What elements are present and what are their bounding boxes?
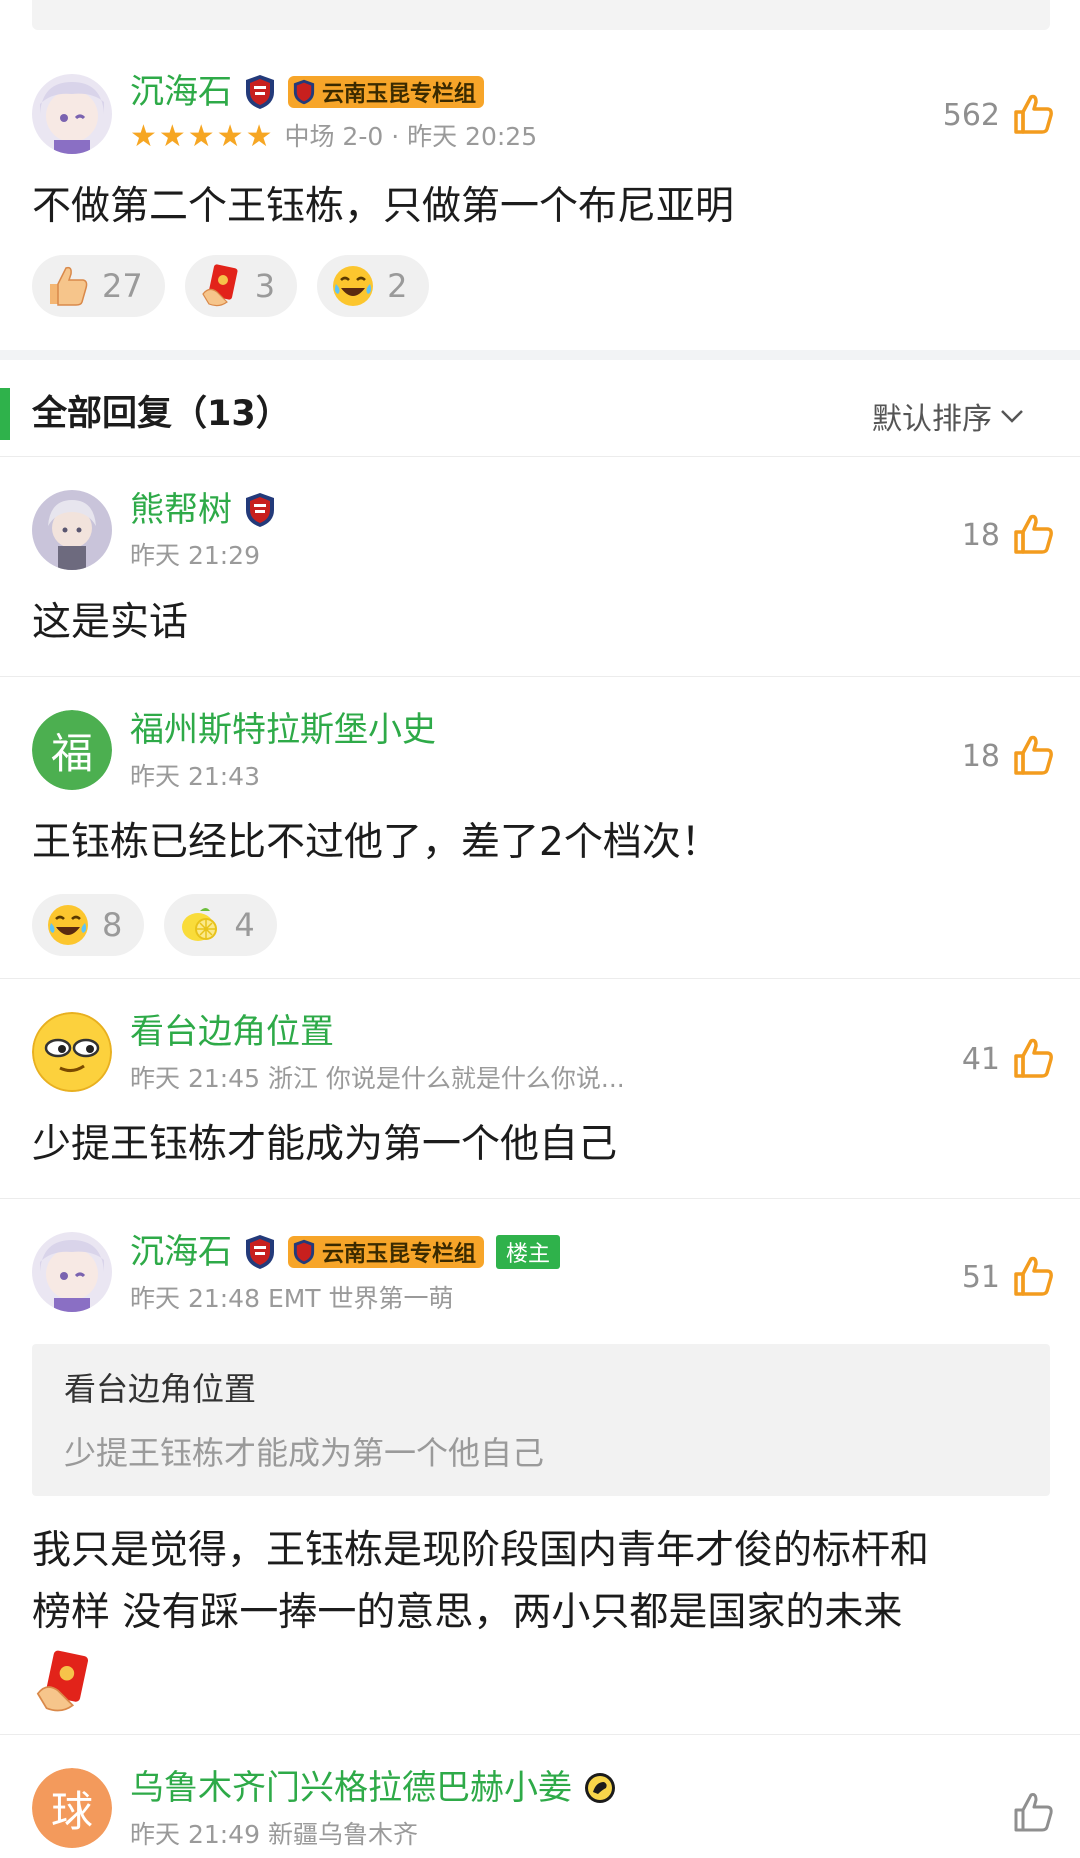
replies-section-header: 全部回复（13） 默认排序 xyxy=(0,378,1080,450)
reaction-count: 4 xyxy=(234,906,255,944)
comment-meta: 昨天 21:45 浙江 你说是什么就是什么你说... xyxy=(130,1064,625,1093)
like-button[interactable]: 18 xyxy=(962,512,1056,558)
gladbach-badge-icon[interactable] xyxy=(584,1770,616,1806)
comment-text-line-1: 我只是觉得，王钰栋是现阶段国内青年才俊的标杆和 xyxy=(32,1528,930,1573)
comment-meta: 昨天 21:29 xyxy=(130,541,260,570)
team-shield-icon xyxy=(293,1239,315,1265)
username[interactable]: 福州斯特拉斯堡小史 xyxy=(130,710,436,750)
like-button[interactable]: 51 xyxy=(962,1254,1056,1300)
divider xyxy=(0,1198,1080,1199)
team-shield-icon[interactable] xyxy=(244,74,276,110)
avatar[interactable] xyxy=(32,490,112,570)
comment-text: 不做第二个王钰栋，只做第一个布尼亚明 xyxy=(32,184,735,229)
username[interactable]: 沉海石 xyxy=(130,72,232,112)
team-shield-icon[interactable] xyxy=(244,492,276,528)
like-button[interactable]: 562 xyxy=(943,92,1056,138)
divider xyxy=(0,676,1080,677)
laughing-tears-emoji-icon xyxy=(333,266,374,306)
divider xyxy=(0,978,1080,979)
team-shield-icon xyxy=(293,79,315,105)
anime-avatar-icon xyxy=(32,490,112,570)
anime-avatar-icon xyxy=(32,1232,112,1312)
thumbs-up-outline-icon xyxy=(1014,1793,1053,1832)
thumbs-up-icon xyxy=(1014,1256,1053,1296)
reaction-laughing[interactable]: 2 xyxy=(317,255,430,317)
divider xyxy=(0,1734,1080,1735)
section-accent-bar xyxy=(0,388,10,440)
column-badge-label: 云南玉昆专栏组 xyxy=(322,1242,477,1267)
thumbs-up-icon xyxy=(1014,514,1053,554)
lemon-emoji-icon xyxy=(182,908,218,941)
comment-meta: 昨天 21:49 新疆乌鲁木齐 xyxy=(130,1820,418,1849)
comment-meta: 昨天 21:43 xyxy=(130,762,260,791)
like-count: 562 xyxy=(942,97,1000,133)
like-button[interactable] xyxy=(1010,1790,1056,1836)
quoted-text: 少提王钰栋才能成为第一个他自己 xyxy=(64,1434,545,1472)
reaction-count: 27 xyxy=(102,267,143,305)
quoted-username: 看台边角位置 xyxy=(64,1370,257,1408)
reaction-count: 3 xyxy=(254,267,276,305)
reaction-red-card[interactable]: 3 xyxy=(184,255,298,317)
comment-text-line-2: 榜样 没有踩一捧一的意思，两小只都是国家的未来 xyxy=(32,1590,903,1635)
section-divider xyxy=(0,350,1080,360)
reaction-count: 2 xyxy=(387,267,408,305)
rating-stars-icon: ★★★★★ xyxy=(130,119,275,154)
avatar-initial: 福 xyxy=(32,710,112,790)
laughing-tears-emoji-icon xyxy=(48,905,88,945)
like-count: 18 xyxy=(961,738,1000,774)
column-badge[interactable]: 云南玉昆专栏组 xyxy=(288,76,485,108)
quoted-comment[interactable]: 看台边角位置 少提王钰栋才能成为第一个他自己 xyxy=(32,1344,1050,1496)
thumbs-up-icon xyxy=(1014,94,1053,134)
thumbs-up-icon xyxy=(1014,1038,1053,1078)
avatar[interactable] xyxy=(32,1012,112,1092)
owner-badge: 楼主 xyxy=(496,1235,561,1269)
section-title: 全部回复（13） xyxy=(32,394,291,434)
red-card-emoji-icon xyxy=(36,1650,89,1712)
like-button[interactable]: 41 xyxy=(962,1036,1056,1082)
avatar[interactable] xyxy=(32,1232,112,1312)
avatar[interactable]: 福 xyxy=(32,710,112,790)
like-count: 41 xyxy=(961,1041,1000,1077)
thumbs-up-emoji-icon xyxy=(50,266,88,306)
sort-label: 默认排序 xyxy=(872,402,992,437)
username[interactable]: 乌鲁木齐门兴格拉德巴赫小姜 xyxy=(130,1768,572,1808)
like-count: 51 xyxy=(961,1259,1000,1295)
comment-text: 少提王钰栋才能成为第一个他自己 xyxy=(32,1122,618,1167)
username[interactable]: 沉海石 xyxy=(130,1232,232,1272)
comment-meta: 昨天 21:48 EMT 世界第一萌 xyxy=(130,1284,454,1313)
comment-meta: 中场 2-0 · 昨天 20:25 xyxy=(284,122,538,151)
column-badge-label: 云南玉昆专栏组 xyxy=(322,82,477,107)
column-badge[interactable]: 云南玉昆专栏组 xyxy=(288,1236,485,1268)
thumbs-up-icon xyxy=(1014,735,1053,775)
comment-text: 王钰栋已经比不过他了，差了2个档次！ xyxy=(32,820,720,865)
username[interactable]: 熊帮树 xyxy=(130,490,232,530)
previous-card-remnant xyxy=(32,0,1050,30)
avatar[interactable] xyxy=(32,74,112,154)
red-card-emoji-icon xyxy=(201,264,238,307)
avatar[interactable]: 球 xyxy=(32,1768,112,1848)
reaction-count: 8 xyxy=(102,906,123,944)
avatar-initial: 球 xyxy=(32,1768,112,1848)
reaction-lemon[interactable]: 4 xyxy=(164,894,277,956)
divider xyxy=(0,456,1080,457)
like-count: 18 xyxy=(961,517,1000,553)
chevron-down-icon xyxy=(1001,410,1023,423)
reaction-laughing[interactable]: 8 xyxy=(32,894,145,956)
sort-dropdown[interactable]: 默认排序 xyxy=(872,394,1024,438)
comment-text: 这是实话 xyxy=(32,600,189,645)
reaction-thumbs-up[interactable]: 27 xyxy=(32,255,165,317)
team-shield-icon[interactable] xyxy=(244,1234,276,1270)
username[interactable]: 看台边角位置 xyxy=(130,1012,334,1052)
smug-face-emoji-icon xyxy=(32,1012,112,1092)
like-button[interactable]: 18 xyxy=(962,733,1056,779)
anime-avatar-icon xyxy=(32,74,112,154)
